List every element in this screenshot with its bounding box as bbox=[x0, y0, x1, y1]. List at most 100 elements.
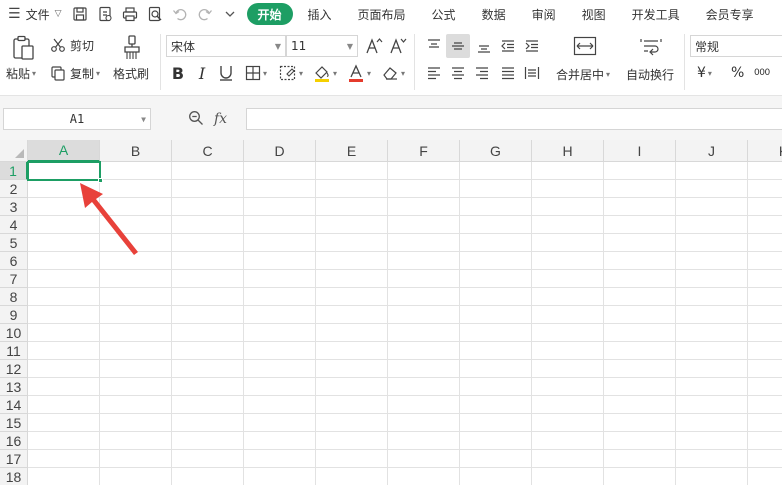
decrease-indent-icon[interactable] bbox=[498, 36, 518, 56]
tab-formulas[interactable]: 公式 bbox=[421, 3, 467, 25]
row-header-4[interactable]: 4 bbox=[0, 216, 28, 234]
row-header-8[interactable]: 8 bbox=[0, 288, 28, 306]
ribbon-divider bbox=[684, 34, 685, 90]
underline-icon[interactable] bbox=[216, 63, 236, 83]
wrap-text-icon[interactable] bbox=[638, 34, 664, 58]
row-header-12[interactable]: 12 bbox=[0, 360, 28, 378]
cut-button[interactable]: 剪切 bbox=[50, 36, 94, 54]
column-header-c[interactable]: C bbox=[172, 140, 244, 162]
copy-icon bbox=[51, 66, 65, 81]
ribbon-home: 粘贴 ▾ 剪切 复制 ▾ 格式刷 宋体 ▼ 11 ▼ B I ▾ ▾ ▾ ▾ ▾… bbox=[0, 28, 782, 96]
name-box[interactable]: A1 ▼ bbox=[3, 108, 151, 130]
column-header-k[interactable]: K bbox=[748, 140, 782, 162]
row-header-15[interactable]: 15 bbox=[0, 414, 28, 432]
bold-icon[interactable]: B bbox=[168, 63, 188, 83]
currency-icon: ¥ bbox=[697, 65, 706, 81]
column-header-a[interactable]: A bbox=[28, 140, 100, 162]
print-preview-icon[interactable] bbox=[147, 6, 164, 23]
tab-page-layout[interactable]: 页面布局 bbox=[347, 3, 417, 25]
tab-view[interactable]: 视图 bbox=[571, 3, 617, 25]
align-bottom-icon[interactable] bbox=[474, 36, 494, 56]
column-header-f[interactable]: F bbox=[388, 140, 460, 162]
customize-toolbar-icon[interactable] bbox=[222, 6, 239, 23]
row-header-3[interactable]: 3 bbox=[0, 198, 28, 216]
insert-function-icon[interactable]: fx bbox=[214, 111, 227, 127]
align-right-icon[interactable] bbox=[472, 63, 492, 83]
tab-insert[interactable]: 插入 bbox=[297, 3, 343, 25]
undo-icon[interactable] bbox=[172, 6, 189, 23]
column-header-d[interactable]: D bbox=[244, 140, 316, 162]
row-header-14[interactable]: 14 bbox=[0, 396, 28, 414]
tab-home[interactable]: 开始 bbox=[246, 3, 293, 25]
menu-bar: ☰ 文件 ▽ 开始 插入 页面布局 公式 数据 审阅 视图 开发工具 会员专享 bbox=[0, 0, 782, 28]
align-center-icon[interactable] bbox=[448, 63, 468, 83]
column-header-e[interactable]: E bbox=[316, 140, 388, 162]
row-header-9[interactable]: 9 bbox=[0, 306, 28, 324]
row-header-11[interactable]: 11 bbox=[0, 342, 28, 360]
file-menu[interactable]: ☰ 文件 ▽ bbox=[0, 0, 62, 28]
font-color-icon[interactable]: ▾ bbox=[344, 63, 374, 83]
row-header-5[interactable]: 5 bbox=[0, 234, 28, 252]
distributed-align-icon[interactable] bbox=[522, 63, 542, 83]
row-header-16[interactable]: 16 bbox=[0, 432, 28, 450]
fill-handle[interactable] bbox=[98, 178, 103, 183]
cell-area[interactable] bbox=[28, 162, 782, 485]
chevron-down-icon: ▼ bbox=[274, 42, 281, 51]
column-header-g[interactable]: G bbox=[460, 140, 532, 162]
percent-button[interactable]: % bbox=[731, 63, 744, 83]
increase-font-size-icon[interactable] bbox=[364, 36, 384, 56]
merge-center-icon[interactable] bbox=[572, 34, 598, 58]
format-painter-icon[interactable] bbox=[120, 34, 144, 62]
wrap-text-button[interactable]: 自动换行 bbox=[626, 65, 674, 83]
number-format-select[interactable]: 常规 bbox=[690, 35, 782, 57]
fill-color-icon[interactable]: ▾ bbox=[310, 63, 340, 83]
select-all-button[interactable] bbox=[0, 140, 28, 162]
thousands-separator-button[interactable]: 000 bbox=[754, 63, 782, 83]
row-header-7[interactable]: 7 bbox=[0, 270, 28, 288]
column-header-j[interactable]: J bbox=[676, 140, 748, 162]
column-header-h[interactable]: H bbox=[532, 140, 604, 162]
clear-format-icon[interactable]: ▾ bbox=[378, 63, 408, 83]
row-header-6[interactable]: 6 bbox=[0, 252, 28, 270]
active-cell-a1[interactable] bbox=[27, 161, 103, 183]
font-name-select[interactable]: 宋体 ▼ bbox=[166, 35, 286, 57]
decrease-font-size-icon[interactable] bbox=[388, 36, 408, 56]
paste-icon[interactable] bbox=[8, 34, 38, 62]
formula-input[interactable] bbox=[246, 108, 782, 130]
ribbon-divider bbox=[160, 34, 161, 90]
column-header-b[interactable]: B bbox=[100, 140, 172, 162]
row-header-10[interactable]: 10 bbox=[0, 324, 28, 342]
align-left-icon[interactable] bbox=[424, 63, 444, 83]
cut-label: 剪切 bbox=[70, 38, 95, 53]
tab-developer[interactable]: 开发工具 bbox=[621, 3, 691, 25]
increase-indent-icon[interactable] bbox=[522, 36, 542, 56]
row-header-18[interactable]: 18 bbox=[0, 468, 28, 485]
align-top-icon[interactable] bbox=[424, 36, 444, 56]
dropdown-arrow-icon: ▾ bbox=[96, 68, 101, 78]
tab-member[interactable]: 会员专享 bbox=[695, 3, 765, 25]
currency-button[interactable]: ¥ ▾ bbox=[697, 63, 712, 83]
row-header-2[interactable]: 2 bbox=[0, 180, 28, 198]
paste-button[interactable]: 粘贴 ▾ bbox=[6, 64, 36, 82]
row-header-17[interactable]: 17 bbox=[0, 450, 28, 468]
tab-review[interactable]: 审阅 bbox=[521, 3, 567, 25]
row-header-1[interactable]: 1 bbox=[0, 162, 28, 180]
cell-style-icon[interactable]: ▾ bbox=[276, 63, 306, 83]
formula-bar: A1 ▼ fx bbox=[0, 96, 782, 140]
print-icon[interactable] bbox=[122, 6, 139, 23]
column-header-i[interactable]: I bbox=[604, 140, 676, 162]
copy-button[interactable]: 复制 ▾ bbox=[50, 64, 100, 82]
export-pdf-icon[interactable] bbox=[97, 6, 114, 23]
justify-icon[interactable] bbox=[498, 63, 518, 83]
align-middle-icon[interactable] bbox=[446, 34, 470, 58]
merge-center-button[interactable]: 合并居中 ▾ bbox=[556, 65, 610, 83]
zoom-icon[interactable] bbox=[188, 110, 204, 129]
italic-icon[interactable]: I bbox=[192, 63, 212, 83]
tab-data[interactable]: 数据 bbox=[471, 3, 517, 25]
format-painter-button[interactable]: 格式刷 bbox=[113, 64, 149, 82]
borders-icon[interactable]: ▾ bbox=[242, 63, 270, 83]
redo-icon[interactable] bbox=[197, 6, 214, 23]
row-header-13[interactable]: 13 bbox=[0, 378, 28, 396]
font-size-select[interactable]: 11 ▼ bbox=[286, 35, 358, 57]
save-icon[interactable] bbox=[72, 6, 89, 23]
